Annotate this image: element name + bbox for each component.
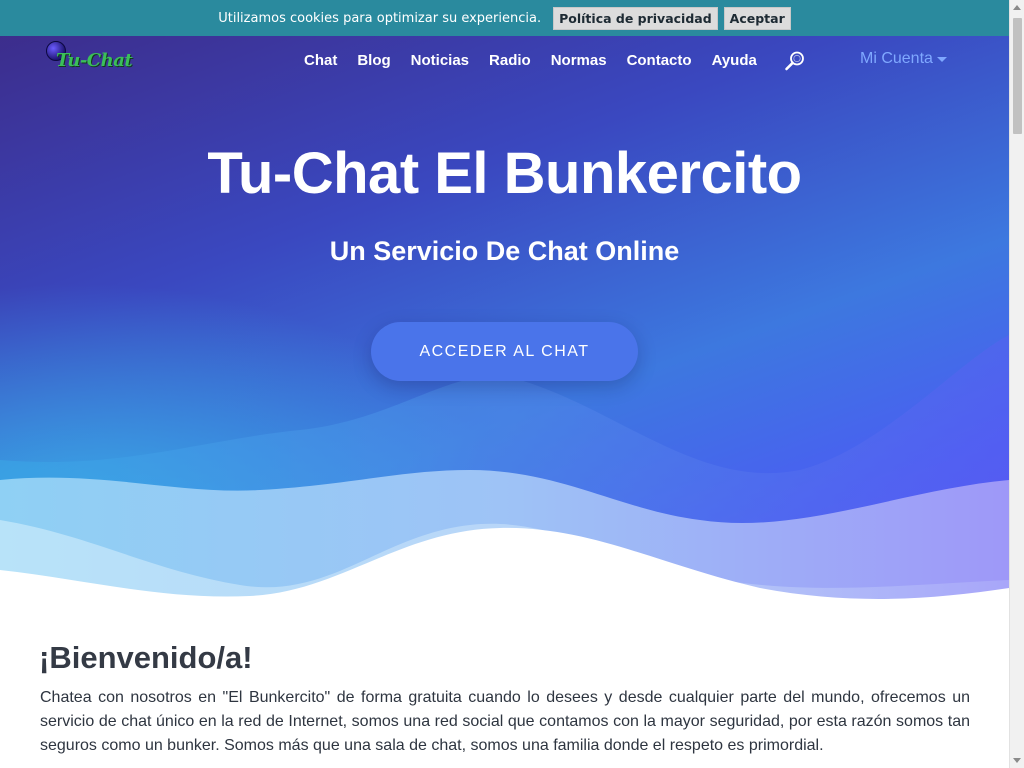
hero-subtitle: Un Servicio De Chat Online [329,236,680,266]
caret-down-icon [936,56,947,62]
nav-link-normas[interactable]: Normas [541,52,617,69]
intro-paragraph: Chatea con nosotros en "El Bunkercito" d… [40,689,970,754]
account-menu[interactable]: Mi Cuenta [860,50,947,68]
cookie-banner: Utilizamos cookies para optimizar su exp… [0,0,1009,36]
hero-title: Tu-Chat El Bunkercito [207,141,802,206]
account-label: Mi Cuenta [860,50,933,67]
cookie-message: Utilizamos cookies para optimizar su exp… [218,10,542,26]
scroll-down-arrow-icon[interactable] [1013,758,1021,763]
privacy-policy-button[interactable]: Política de privacidad [553,6,718,30]
navbar: Tu-Chat Chat Blog Noticias Radio Normas … [0,36,1009,84]
accept-cookies-button[interactable]: Aceptar [723,6,791,30]
welcome-heading: ¡Bienvenido/a! [39,640,253,675]
nav-link-contacto[interactable]: Contacto [617,52,702,69]
logo-text: Tu-Chat [56,50,133,71]
nav-link-chat[interactable]: Chat [294,52,347,69]
vertical-scrollbar[interactable] [1009,0,1024,768]
nav-link-blog[interactable]: Blog [347,52,400,69]
nav-link-radio[interactable]: Radio [479,52,541,69]
nav-links: Chat Blog Noticias Radio Normas Contacto… [294,36,767,84]
scroll-up-arrow-icon[interactable] [1013,5,1021,10]
nav-link-noticias[interactable]: Noticias [401,52,479,69]
search-icon[interactable] [784,50,806,72]
scrollbar-thumb[interactable] [1013,18,1022,134]
page: Utilizamos cookies para optimizar su exp… [0,0,1009,768]
access-chat-button[interactable]: ACCEDER AL CHAT [371,322,638,381]
nav-link-ayuda[interactable]: Ayuda [702,52,767,69]
logo[interactable]: Tu-Chat [46,41,133,81]
